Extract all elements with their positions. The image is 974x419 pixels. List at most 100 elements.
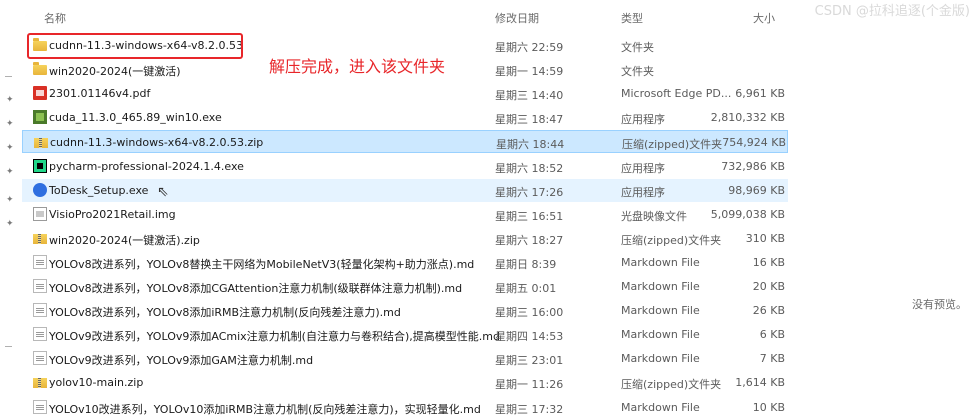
- file-type: 应用程序: [621, 113, 665, 127]
- markdown-file-icon: [33, 399, 47, 414]
- file-type: Markdown File: [621, 255, 700, 269]
- file-date: 星期一 14:59: [495, 65, 564, 79]
- highlight-box: [27, 33, 243, 59]
- file-date: 星期六 18:44: [496, 138, 565, 152]
- file-type: Markdown File: [621, 328, 700, 342]
- quick-access-strip: ✦ ✦ ✦ ✦ ✦ ✦: [0, 0, 22, 414]
- file-date: 星期六 18:27: [495, 233, 564, 247]
- file-date: 星期五 0:01: [495, 282, 557, 295]
- file-row[interactable]: 2301.01146v4.pdf 星期三 14:40 Microsoft Edge …: [22, 82, 788, 105]
- pin-icon[interactable]: ✦: [6, 96, 15, 105]
- zip-icon: [34, 138, 48, 149]
- file-date: 星期四 14:53: [495, 330, 564, 344]
- file-date: 星期六 22:59: [495, 41, 564, 54]
- pin-icon[interactable]: ✦: [6, 196, 15, 205]
- pin-icon[interactable]: ✦: [6, 120, 15, 129]
- file-type: 文件夹: [621, 41, 654, 54]
- markdown-file-icon: [33, 351, 47, 366]
- file-name: YOLOv8改进系列，YOLOv8替换主干网络为MobileNetV3(轻量化架…: [49, 257, 475, 271]
- file-name: cuda_11.3.0_465.89_win10.exe: [49, 111, 222, 125]
- file-date: 星期三 23:01: [495, 354, 564, 368]
- file-type: Markdown File: [621, 304, 700, 318]
- file-size: 16 KB: [752, 255, 785, 269]
- file-type: Markdown File: [621, 280, 700, 293]
- file-name: YOLOv10改进系列，YOLOv10添加iRMB注意力机制(反向残差注意力)，…: [49, 402, 481, 416]
- file-size: 26 KB: [752, 304, 785, 318]
- file-row[interactable]: cuda_11.3.0_465.89_win10.exe 星期三 18:47 应用程…: [22, 106, 788, 129]
- file-name: YOLOv9改进系列，YOLOv9添加ACmix注意力机制(自注意力与卷积结合)…: [49, 330, 500, 344]
- file-date: 星期三 18:47: [495, 113, 564, 127]
- cuda-installer-icon: [33, 110, 47, 125]
- file-size: 2,810,332 KB: [710, 111, 785, 125]
- pin-icon[interactable]: ✦: [6, 168, 15, 177]
- markdown-file-icon: [33, 279, 47, 293]
- file-type: Markdown File: [621, 400, 700, 414]
- markdown-file-icon: [33, 327, 47, 342]
- file-row[interactable]: ToDesk_Setup.exe 星期六 17:26 应用程序 98,969 KB: [22, 178, 788, 202]
- file-row[interactable]: YOLOv9改进系列，YOLOv9添加GAM注意力机制.md 星期三 23:01 M…: [22, 347, 788, 370]
- file-type: 应用程序: [621, 161, 665, 175]
- file-size: 7 KB: [759, 352, 785, 366]
- annotation-text: 解压完成，进入该文件夹: [269, 57, 446, 76]
- file-size: 98,969 KB: [728, 183, 785, 197]
- file-row[interactable]: cudnn-11.3-windows-x64-v8.2.0.53.zip 星期六 …: [22, 130, 788, 154]
- preview-pane-text: 没有预览。: [912, 298, 967, 311]
- file-name: ToDesk_Setup.exe: [49, 183, 149, 197]
- file-row[interactable]: YOLOv9改进系列，YOLOv9添加ACmix注意力机制(自注意力与卷积结合)…: [22, 323, 788, 346]
- file-name: win2020-2024(一键激活).zip: [49, 233, 200, 247]
- file-name: pycharm-professional-2024.1.4.exe: [49, 159, 244, 173]
- file-name: 2301.01146v4.pdf: [49, 87, 151, 101]
- pin-icon[interactable]: ✦: [6, 144, 15, 153]
- pycharm-installer-icon: [33, 158, 47, 173]
- file-date: 星期三 16:00: [495, 306, 564, 320]
- file-date: 星期日 8:39: [495, 257, 557, 271]
- column-name-header[interactable]: 名称: [44, 10, 66, 26]
- file-size: 20 KB: [752, 280, 785, 293]
- file-name: YOLOv9改进系列，YOLOv9添加GAM注意力机制.md: [49, 354, 314, 368]
- zip-icon: [33, 233, 47, 244]
- todesk-installer-icon: [33, 182, 47, 197]
- watermark: CSDN @拉科追逐(个金版): [814, 4, 970, 19]
- file-row[interactable]: YOLOv8改进系列，YOLOv8添加iRMB注意力机制(反向残差注意力).md…: [22, 299, 788, 322]
- file-date: 星期一 11:26: [495, 378, 564, 392]
- file-row[interactable]: YOLOv10改进系列，YOLOv10添加iRMB注意力机制(反向残差注意力)，…: [22, 396, 788, 419]
- file-type: 文件夹: [621, 65, 654, 79]
- file-date: 星期六 17:26: [495, 185, 564, 199]
- file-type: 应用程序: [621, 185, 665, 199]
- file-row[interactable]: pycharm-professional-2024.1.4.exe 星期六 18:…: [22, 155, 788, 178]
- file-row[interactable]: YOLOv8改进系列，YOLOv8替换主干网络为MobileNetV3(轻量化架…: [22, 251, 788, 274]
- file-type: Markdown File: [621, 352, 700, 366]
- file-date: 星期三 14:40: [495, 89, 564, 103]
- file-size: 732,986 KB: [721, 159, 785, 173]
- file-date: 星期三 16:51: [495, 209, 564, 223]
- file-name: yolov10-main.zip: [49, 376, 144, 390]
- pdf-icon: [33, 86, 47, 101]
- file-size: 1,614 KB: [735, 376, 785, 390]
- divider: [5, 76, 12, 77]
- zip-icon: [33, 378, 47, 389]
- column-date-header[interactable]: 修改日期: [495, 10, 539, 26]
- file-row[interactable]: win2020-2024(一键激活).zip 星期六 18:27 压缩(zipped…: [22, 227, 788, 250]
- file-size: 10 KB: [752, 400, 785, 414]
- file-date: 星期三 17:32: [495, 402, 564, 416]
- file-name: YOLOv8改进系列，YOLOv8添加CGAttention注意力机制(级联群体…: [49, 282, 463, 295]
- markdown-file-icon: [33, 303, 47, 318]
- file-size: 6 KB: [759, 328, 785, 342]
- file-size: 310 KB: [745, 231, 785, 245]
- divider: [5, 346, 12, 347]
- pin-icon[interactable]: ✦: [6, 220, 15, 229]
- disc-image-icon: [33, 206, 47, 221]
- file-row[interactable]: VisioPro2021Retail.img 星期三 16:51 光盘映像文件 5,0…: [22, 203, 788, 226]
- file-name: VisioPro2021Retail.img: [49, 207, 176, 221]
- file-type: 光盘映像文件: [621, 209, 687, 223]
- file-row[interactable]: yolov10-main.zip 星期一 11:26 压缩(zipped)文件夹 1,…: [22, 371, 788, 394]
- column-type-header[interactable]: 类型: [621, 10, 643, 26]
- file-row[interactable]: YOLOv8改进系列，YOLOv8添加CGAttention注意力机制(级联群体…: [22, 275, 788, 298]
- file-size: 754,924 KB: [722, 136, 786, 150]
- column-size-header[interactable]: 大小: [753, 10, 775, 26]
- file-name: YOLOv8改进系列，YOLOv8添加iRMB注意力机制(反向残差注意力).md: [49, 306, 401, 320]
- file-size: 5,099,038 KB: [710, 207, 785, 221]
- folder-icon: [33, 62, 47, 76]
- file-date: 星期六 18:52: [495, 161, 564, 175]
- file-name: win2020-2024(一键激活): [49, 65, 181, 79]
